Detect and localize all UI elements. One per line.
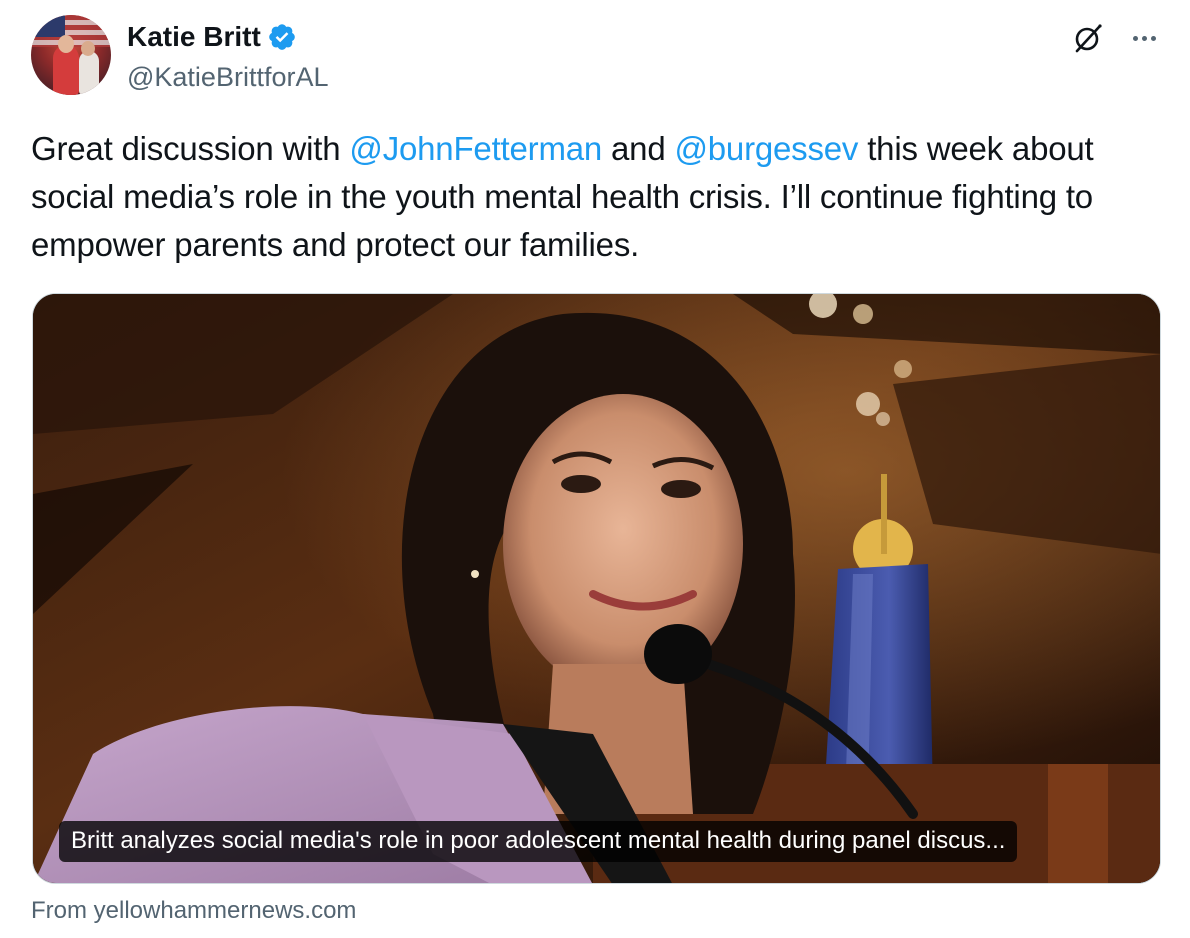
tweet-text: Great discussion with @JohnFetterman and… [31,125,1166,269]
author-name-row: Katie Britt [127,20,297,54]
press-conference-photo [33,294,1160,883]
verified-badge-icon[interactable] [267,22,297,52]
author-handle[interactable]: @KatieBrittforAL [127,60,329,94]
avatar[interactable] [31,15,111,95]
avatar-head-2 [81,41,95,56]
more-dot [1132,35,1138,41]
mention-link-john-fetterman[interactable]: @JohnFetterman [349,130,602,167]
more-dot [1141,35,1147,41]
avatar-flag-stars [31,15,65,37]
link-card-source[interactable]: From yellowhammernews.com [31,895,356,927]
avatar-head-1 [58,35,74,53]
mention-link-burgessev[interactable]: @burgessev [674,130,858,167]
link-card-image[interactable]: Britt analyzes social media's role in po… [32,293,1161,884]
author-display-name[interactable]: Katie Britt [127,20,261,54]
grok-icon[interactable] [1070,20,1106,56]
link-card-caption[interactable]: Britt analyzes social media's role in po… [59,821,1018,862]
tweet-text-part: Great discussion with [31,130,350,167]
more-dot [1150,35,1156,41]
tweet-text-part: and [602,130,675,167]
avatar-person-2 [79,51,99,95]
more-icon[interactable] [1124,20,1164,56]
tweet-card[interactable]: Katie Britt @KatieBrittforAL Great discu… [0,0,1190,938]
